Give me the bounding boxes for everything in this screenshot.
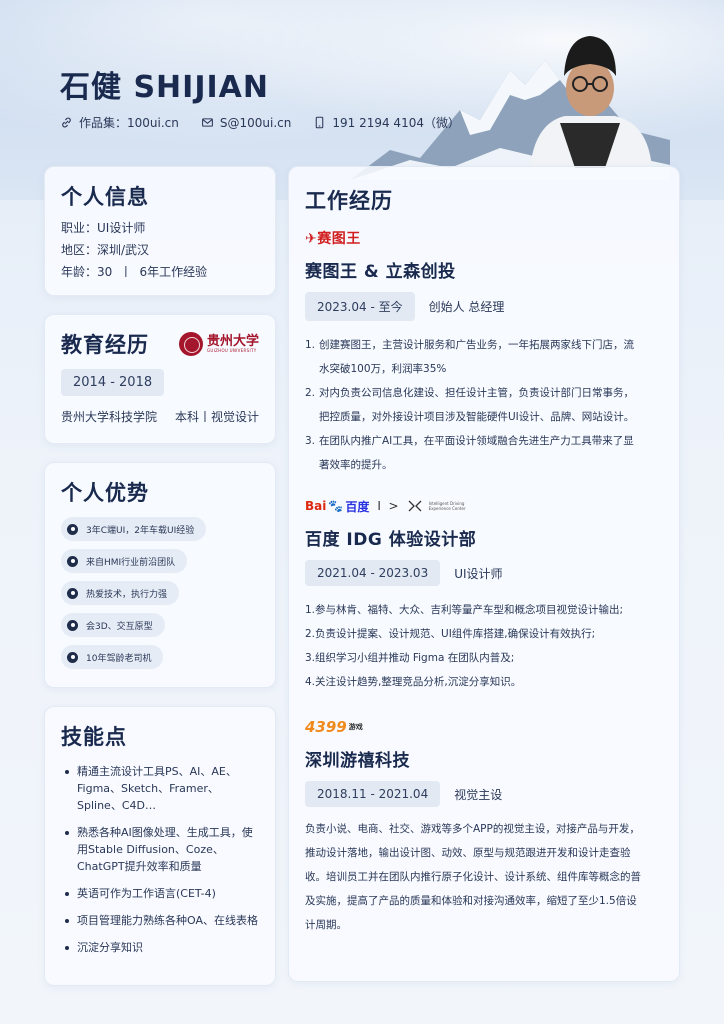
work-experience-card: 工作经历 ✈赛图王 赛图王 & 立森创投 2023.04 - 至今 创始人 总经… <box>288 166 680 982</box>
education-degree: 本科丨视觉设计 <box>174 410 259 424</box>
advantage-text: 10年驾龄老司机 <box>86 653 152 664</box>
phone-icon <box>316 116 324 129</box>
list-item: 熟悉各种AI图像处理、生成工具，使用Stable Diffusion、Coze、… <box>61 824 259 875</box>
section-title-education: 教育经历 <box>61 333 149 357</box>
bullet-icon <box>67 555 78 567</box>
section-title-info: 个人信息 <box>61 185 149 209</box>
info-region: 地区：深圳/武汉 <box>61 243 150 257</box>
bullet-icon <box>67 651 78 663</box>
text-line: 收。培训员工并在团队内推行原子化设计、设计系统、组件库等概念的普 <box>305 871 641 883</box>
list-item: 会3D、交互原型 <box>61 613 259 645</box>
job-entry: 4399 游戏 深圳游禧科技 2018.11 - 2021.04 视觉主设 负责小… <box>305 716 663 937</box>
university-logo-subtext: GUIZHOU UNIVERSITY <box>206 348 257 353</box>
email-link[interactable]: S@100ui.cn <box>201 114 291 131</box>
job-entry: Bai 🐾 百度 I > Intelligent Driving Experienc… <box>305 495 663 694</box>
bullet-icon <box>67 587 78 599</box>
education-school: 贵州大学科技学院 <box>61 410 158 424</box>
list-item: 3年C端UI，2年车载UI经验 <box>61 517 259 549</box>
list-item: 沉淀分享知识 <box>61 939 259 956</box>
email-text: S@100ui.cn <box>219 115 292 130</box>
baidu-logo: Bai 🐾 百度 <box>305 499 370 514</box>
list-item-cont: 把控质量，对外接设计项目涉及智能硬件UI设计、品牌、网站设计。 <box>319 411 635 423</box>
duty-list: 1. 创建赛图王，主营设计服务和广告业务，一年拓展两家线下门店，流 水突破100万… <box>305 333 663 477</box>
education-date: 2014 - 2018 <box>61 369 165 396</box>
education-card: 教育经历 贵州大学 GUIZHOU UNIVERSITY 2014 - 2018… <box>44 314 276 444</box>
university-seal-icon <box>178 332 203 356</box>
list-item: 来自HMI行业前沿团队 <box>61 549 259 581</box>
idg-logo: Intelligent Driving Experience Center <box>407 498 471 514</box>
company-logo: ✈赛图王 <box>305 227 663 249</box>
phone-text: 191 2194 4104（微） <box>332 116 460 130</box>
list-item: 4.关注设计趋势,整理竞品分析,沉淀分享知识。 <box>305 676 522 688</box>
university-logo-text: 贵州大学 <box>206 334 259 349</box>
list-item-cont: 水突破100万，利润率35% <box>319 363 447 375</box>
company-name: 赛图王 & 立森创投 <box>305 262 456 282</box>
list-item: 项目管理能力熟练各种OA、在线表格 <box>61 912 259 929</box>
paw-icon: 🐾 <box>328 499 344 513</box>
personal-info-card: 个人信息 职业：UI设计师 地区：深圳/武汉 年龄：30 丨 6年工作经验 <box>44 166 276 296</box>
contact-bar: 作品集：100ui.cn S@100ui.cn 191 2194 4104（微） <box>60 114 460 131</box>
mail-icon <box>201 118 213 127</box>
portfolio-link[interactable]: 作品集：100ui.cn <box>60 114 179 131</box>
bullet-icon <box>67 619 78 631</box>
idg-mark-icon <box>408 500 422 512</box>
skills-card: 技能点 精通主流设计工具PS、AI、AE、Figma、Sketch、Framer… <box>44 706 276 986</box>
advantages-card: 个人优势 3年C端UI，2年车载UI经验 来自HMI行业前沿团队 热爱技术，执行… <box>44 462 276 688</box>
job-description: 负责小说、电商、社交、游戏等多个APP的视觉主设，对接产品与开发， 推动设计落地… <box>305 817 663 937</box>
list-item: 热爱技术，执行力强 <box>61 581 259 613</box>
text-line: 负责小说、电商、社交、游戏等多个APP的视觉主设，对接产品与开发， <box>305 823 640 835</box>
advantage-text: 来自HMI行业前沿团队 <box>86 557 176 568</box>
list-item: 10年驾龄老司机 <box>61 645 259 677</box>
page-title: 石健 SHIJIAN <box>60 70 269 105</box>
list-item: 2.负责设计提案、设计规范、UI组件库搭建,确保设计有效执行; <box>305 628 596 640</box>
section-title-skills: 技能点 <box>61 725 127 749</box>
saituwang-mark-icon: ✈ <box>305 231 318 247</box>
list-item: 3. 在团队内推广AI工具，在平面设计领域融合先进生产力工具带来了显 <box>305 435 634 447</box>
company-name: 深圳游禧科技 <box>305 751 410 771</box>
advantage-text: 3年C端UI，2年车载UI经验 <box>86 525 195 536</box>
section-title-advantages: 个人优势 <box>61 481 149 505</box>
job-role: 视觉主设 <box>454 787 503 802</box>
phone-link[interactable]: 191 2194 4104（微） <box>313 114 460 131</box>
logo-separator: I > <box>377 499 399 513</box>
advantage-text: 会3D、交互原型 <box>86 621 153 632</box>
job-date: 2021.04 - 2023.03 <box>305 560 441 586</box>
info-age: 年龄：30 丨 6年工作经验 <box>61 265 208 279</box>
list-item: 1.参与林肯、福特、大众、吉利等量产车型和概念项目视觉设计输出; <box>305 604 624 616</box>
job-role: 创始人 总经理 <box>428 300 505 314</box>
company-name: 百度 IDG 体验设计部 <box>305 530 477 550</box>
info-occupation: 职业：UI设计师 <box>61 221 146 235</box>
saituwang-logo: ✈赛图王 <box>305 231 361 247</box>
advantage-text: 热爱技术，执行力强 <box>86 589 168 600</box>
job-date: 2023.04 - 至今 <box>305 292 415 321</box>
list-item: 英语可作为工作语言(CET-4) <box>61 885 259 902</box>
duty-list: 1.参与林肯、福特、大众、吉利等量产车型和概念项目视觉设计输出; 2.负责设计提… <box>305 598 663 694</box>
avatar <box>530 36 652 168</box>
list-item: 2. 对内负责公司信息化建设、担任设计主管，负责设计部门日常事务， <box>305 387 634 399</box>
4399-logo: 4399 游戏 <box>305 718 363 736</box>
section-title-work: 工作经历 <box>305 189 393 213</box>
company-logo: Bai 🐾 百度 I > Intelligent Driving Experienc… <box>305 495 663 517</box>
job-entry: ✈赛图王 赛图王 & 立森创投 2023.04 - 至今 创始人 总经理 1. 创… <box>305 227 663 477</box>
job-date: 2018.11 - 2021.04 <box>305 781 441 807</box>
list-item: 3.组织学习小组并推动 Figma 在团队内普及; <box>305 652 515 664</box>
text-line: 计周期。 <box>305 919 347 931</box>
university-logo: 贵州大学 GUIZHOU UNIVERSITY <box>178 332 259 356</box>
text-line: 推动设计落地，输出设计图、动效、原型与规范跟进开发和设计走查验 <box>305 847 631 859</box>
company-logo: 4399 游戏 <box>305 716 663 738</box>
link-icon <box>62 117 71 128</box>
list-item: 精通主流设计工具PS、AI、AE、Figma、Sketch、Framer、Spl… <box>61 763 259 814</box>
list-item: 1. 创建赛图王，主营设计服务和广告业务，一年拓展两家线下门店，流 <box>305 339 634 351</box>
text-line: 及实施，提高了产品的质量和体验和对接沟通效率，缩短了至少1.5倍设 <box>305 895 637 907</box>
job-role: UI设计师 <box>454 566 503 581</box>
bullet-icon <box>67 523 78 535</box>
list-item-cont: 著效率的提升。 <box>319 459 393 471</box>
portfolio-text: 作品集：100ui.cn <box>79 116 179 130</box>
